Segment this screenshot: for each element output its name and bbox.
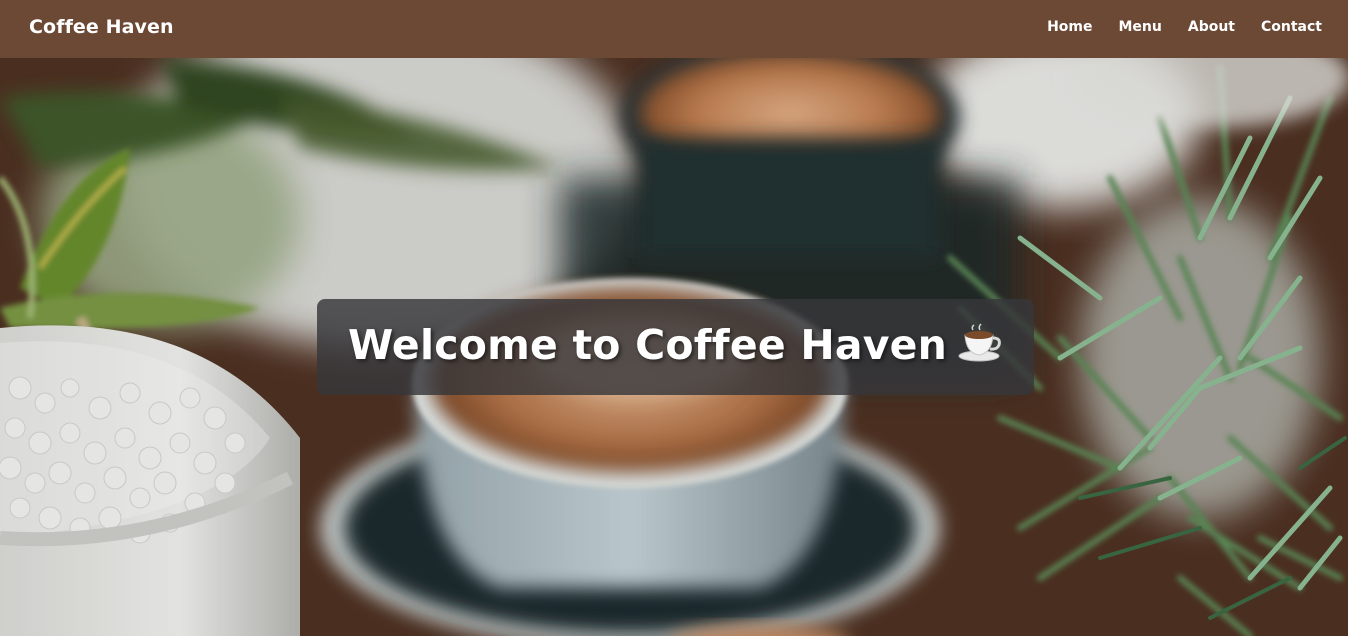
hero-title: Welcome to Coffee Haven: [348, 321, 1003, 373]
hero-title-text: Welcome to Coffee Haven: [347, 321, 948, 369]
nav-link-about[interactable]: About: [1188, 19, 1235, 35]
nav-links: Home Menu About Contact: [1047, 19, 1322, 35]
nav-link-menu[interactable]: Menu: [1118, 19, 1161, 35]
navbar: Coffee Haven Home Menu About Contact: [0, 0, 1348, 58]
nav-link-home[interactable]: Home: [1047, 19, 1092, 35]
coffee-cup-icon: [957, 323, 1003, 373]
hero-section: Welcome to Coffee Haven: [0, 58, 1348, 636]
hero-title-box: Welcome to Coffee Haven: [317, 299, 1034, 395]
brand-logo-link[interactable]: Coffee Haven: [29, 16, 174, 38]
nav-link-contact[interactable]: Contact: [1261, 19, 1322, 35]
